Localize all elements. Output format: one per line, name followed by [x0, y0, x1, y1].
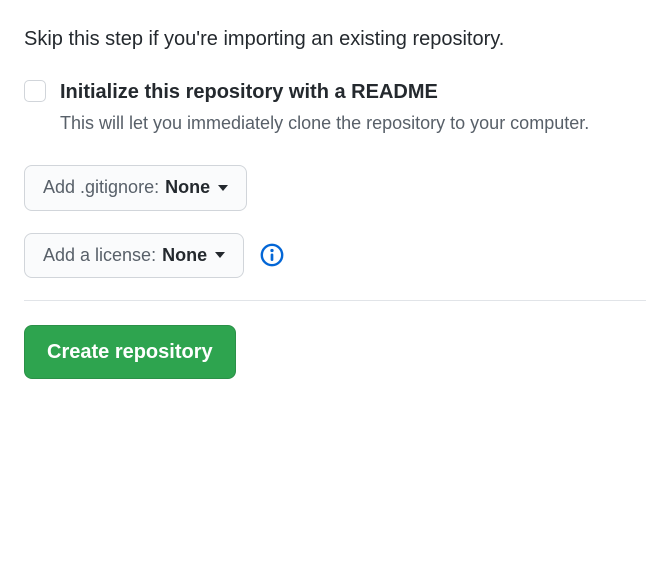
- initialize-readme-text: Initialize this repository with a README…: [60, 78, 646, 137]
- section-divider: [24, 300, 646, 301]
- skip-step-hint: Skip this step if you're importing an ex…: [24, 24, 624, 54]
- license-info-button[interactable]: [260, 243, 284, 267]
- initialize-readme-checkbox[interactable]: [24, 80, 46, 102]
- info-icon: [260, 243, 284, 267]
- gitignore-dropdown[interactable]: Add .gitignore: None: [24, 165, 247, 211]
- initialize-readme-description: This will let you immediately clone the …: [60, 110, 620, 137]
- license-prefix: Add a license:: [43, 245, 156, 267]
- caret-down-icon: [218, 185, 228, 191]
- license-row: Add a license: None: [24, 233, 646, 279]
- create-repository-button[interactable]: Create repository: [24, 325, 236, 379]
- initialize-readme-label: Initialize this repository with a README: [60, 78, 646, 106]
- caret-down-icon: [215, 252, 225, 258]
- license-dropdown[interactable]: Add a license: None: [24, 233, 244, 279]
- license-value: None: [162, 245, 207, 267]
- gitignore-prefix: Add .gitignore:: [43, 177, 159, 199]
- gitignore-row: Add .gitignore: None: [24, 165, 646, 211]
- initialize-readme-option: Initialize this repository with a README…: [24, 78, 646, 137]
- gitignore-value: None: [165, 177, 210, 199]
